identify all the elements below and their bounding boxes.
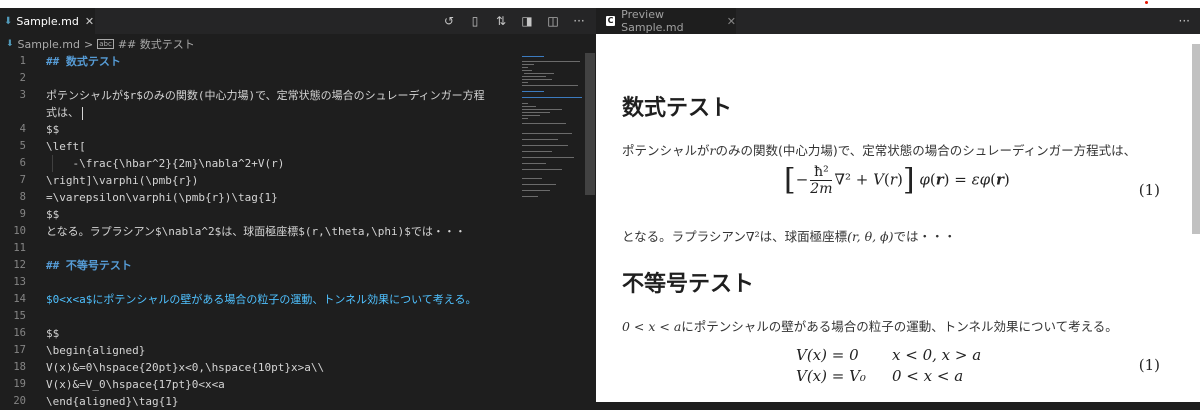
minimap-line <box>522 151 552 152</box>
minimap-line <box>522 139 558 140</box>
notification-dot <box>1145 1 1148 4</box>
code-text: ## 数式テスト <box>46 55 121 68</box>
code-line: 3 ポテンシャルが$r$のみの関数(中心力場)で、定常状態の場合のシュレーディンガ… <box>19 89 485 102</box>
editor-toolbar: ↺ ▯ ⇅ ◨ ◫ ··· <box>436 8 592 34</box>
code-text: 式は、 <box>46 104 83 121</box>
minimap-line <box>522 76 546 77</box>
minimap-line <box>522 184 556 185</box>
minimap-line <box>522 79 552 80</box>
code-area[interactable]: 1 ## 数式テスト 2 3 ポテンシャルが$r$のみの関数(中心力場)で、定常状態… <box>0 53 520 408</box>
code-line: 16 $$ <box>13 327 60 340</box>
editor-scrollbar[interactable] <box>585 53 595 195</box>
minimap-line <box>522 106 536 107</box>
code-line: 19 V(x)&=V_0\hspace{17pt}0<x<a <box>13 378 225 391</box>
code-line: 1 ## 数式テスト <box>19 55 121 68</box>
minimap-line <box>522 70 532 71</box>
minimap-line <box>522 97 582 98</box>
editor-tabbar: ⬇ Sample.md ✕ ↺ ▯ ⇅ ◨ ◫ ··· <box>0 8 596 34</box>
code-line: 13 <box>13 276 26 288</box>
preview-tabbar: C Preview Sample.md ✕ ··· <box>596 8 1200 34</box>
breadcrumb-file[interactable]: Sample.md <box>18 38 80 51</box>
code-line: 17 \begin{aligned} <box>13 344 146 357</box>
code-line: 18 V(x)&=0\hspace{20pt}x<0,\hspace{10pt}x… <box>13 361 325 374</box>
minimap-line <box>522 82 528 83</box>
heading-2: 不等号テスト <box>622 272 755 297</box>
minimap-line <box>522 196 538 197</box>
more-actions-icon[interactable]: ··· <box>1179 14 1190 28</box>
minimap-line <box>522 145 568 146</box>
code-line: 4 $$ <box>19 123 60 136</box>
editor-pane: ⬇ Sample.md ✕ ↺ ▯ ⇅ ◨ ◫ ··· ⬇ Sample.md … <box>0 8 596 408</box>
minimap-line <box>522 115 540 116</box>
compare-changes-icon[interactable]: ⇅ <box>488 8 514 34</box>
minimap-line <box>522 85 578 86</box>
code-line: 12 ## 不等号テスト <box>13 259 132 272</box>
minimap-line <box>522 190 550 191</box>
code-line-wrapped: 式は、 <box>0 104 520 121</box>
minimap[interactable] <box>520 53 584 402</box>
minimap-line <box>522 103 528 104</box>
breadcrumb: ⬇ Sample.md > abc ## 数式テスト <box>0 35 596 53</box>
code-line: 15 <box>13 310 26 322</box>
symbol-string-icon: abc <box>97 39 114 49</box>
code-line: 8 =\varepsilon\varphi(\pmb{r})\tag{1} <box>19 191 278 204</box>
minimap-line <box>524 73 554 74</box>
code-line: 9 $$ <box>19 208 60 221</box>
minimap-line <box>522 133 572 134</box>
preview-pane: C Preview Sample.md ✕ ··· 数式テスト ポテンシャルがr… <box>596 8 1200 402</box>
code-text: ポテンシャルが$r$のみの関数(中心力場)で、定常状態の場合のシュレーディンガー… <box>46 89 485 102</box>
minimap-line <box>522 91 544 92</box>
preview-side-icon[interactable]: ◨ <box>514 8 540 34</box>
equation-number: (1) <box>1138 181 1160 199</box>
paragraph-2: となる。ラプラシアン∇²は、球面極座標(r, θ, ϕ)では・・・ <box>622 229 956 244</box>
close-icon[interactable]: ✕ <box>85 15 94 28</box>
minimap-line <box>522 178 542 179</box>
markdown-file-icon: ⬇ <box>6 39 14 49</box>
paragraph-3: 0 < x < aにポテンシャルの壁がある場合の粒子の運動、トンネル効果について… <box>622 319 1118 334</box>
tab-sample-md[interactable]: ⬇ Sample.md ✕ <box>0 8 95 34</box>
minimap-line <box>522 118 528 119</box>
equation-number: (1) <box>1138 356 1160 374</box>
breadcrumb-section[interactable]: ## 数式テスト <box>118 36 195 52</box>
minimap-line <box>522 169 562 170</box>
preview-icon: C <box>606 16 616 26</box>
split-editor-icon[interactable]: ◫ <box>540 8 566 34</box>
timeline-icon[interactable]: ↺ <box>436 8 462 34</box>
tab-preview-sample-md[interactable]: C Preview Sample.md ✕ <box>596 8 736 34</box>
minimap-line <box>522 109 562 110</box>
code-line: 6 -\frac{\hbar^2}{2m}\nabla^2+V(r) <box>19 155 285 172</box>
code-line: 10 となる。ラプラシアン$\nabla^2$は、球面極座標$(r,\theta,… <box>13 225 466 238</box>
minimap-line <box>522 112 550 113</box>
equation-schrodinger: [− ħ² 2m ∇² + V(r)] φ(r) = εφ(r) <box>784 162 1010 198</box>
minimap-line <box>522 67 528 68</box>
breadcrumb-separator: > <box>84 37 94 51</box>
minimap-line <box>522 123 566 124</box>
tab-label: Preview Sample.md <box>621 8 684 34</box>
equation-potential-line-2: V(x) = V₀ 0 < x < a <box>796 367 964 385</box>
equation-potential-line-1: V(x) = 0x < 0, x > a <box>796 346 982 364</box>
code-line: 2 <box>19 72 26 84</box>
open-preview-icon[interactable]: ▯ <box>462 8 488 34</box>
markdown-file-icon: ⬇ <box>4 15 13 27</box>
tab-label: Sample.md <box>16 14 79 28</box>
minimap-line <box>522 56 544 57</box>
window-top-strip <box>0 0 1200 8</box>
more-actions-icon[interactable]: ··· <box>566 8 592 34</box>
preview-content: 数式テスト ポテンシャルがrのみの関数(中心力場)で、定常状態の場合のシュレーデ… <box>596 34 1192 402</box>
minimap-line <box>522 61 580 62</box>
code-line: 5 \left[ <box>19 140 86 153</box>
code-line: 14 $0<x<a$にポテンシャルの壁がある場合の粒子の運動、トンネル効果について… <box>13 293 477 306</box>
code-line: 7 \right]\varphi(\pmb{r}) <box>19 174 199 187</box>
minimap-line <box>522 163 546 164</box>
minimap-line <box>522 64 534 65</box>
paragraph-1: ポテンシャルがrのみの関数(中心力場)で、定常状態の場合のシュレーディンガー方程… <box>622 143 1137 158</box>
close-icon[interactable]: ✕ <box>727 15 736 28</box>
preview-scrollbar[interactable] <box>1192 44 1200 234</box>
code-line: 11 <box>13 242 26 254</box>
heading-1: 数式テスト <box>622 96 733 121</box>
text-cursor <box>82 106 83 120</box>
minimap-line <box>522 157 574 158</box>
